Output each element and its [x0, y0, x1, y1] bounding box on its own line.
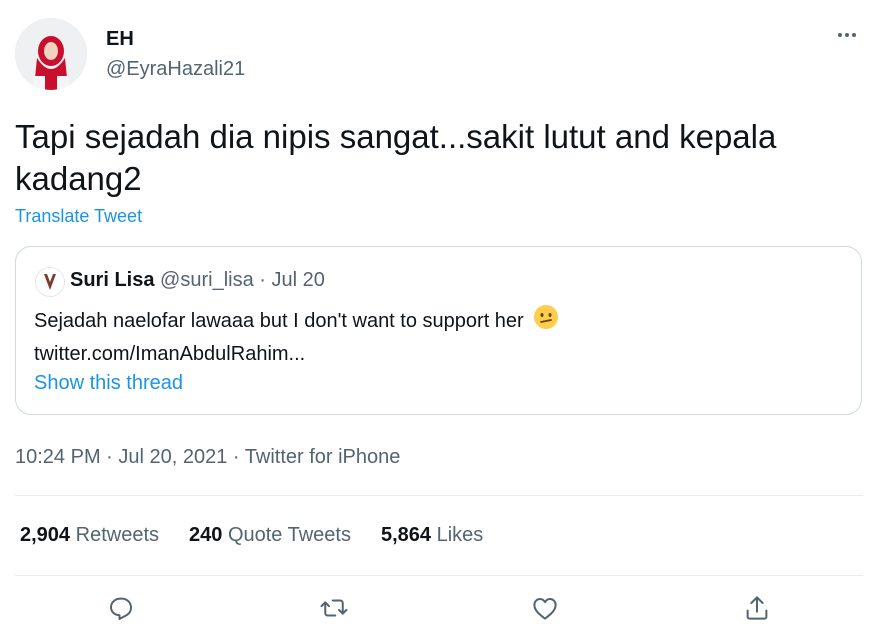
quoted-author-avatar[interactable]	[35, 267, 65, 297]
author-name[interactable]: EH	[106, 28, 134, 51]
quoted-tweet-body: Sejadah naelofar lawaaa but I don't want…	[34, 304, 834, 369]
tweet-timestamp[interactable]: 10:24 PM · Jul 20, 2021 · Twitter for iP…	[15, 446, 400, 469]
heart-icon	[530, 593, 560, 628]
like-button[interactable]	[525, 590, 565, 630]
quoted-tweet-header: Suri Lisa @suri_lisa · Jul 20	[70, 269, 325, 292]
likes-count: 5,864	[380, 524, 432, 546]
tweet-stats: 2,904 Retweets 240 Quote Tweets 5,864 Li…	[20, 524, 483, 547]
divider	[15, 495, 863, 496]
quoted-tweet-meta: @suri_lisa · Jul 20	[160, 269, 325, 291]
divider	[15, 575, 863, 576]
share-button[interactable]	[737, 590, 777, 630]
retweet-icon	[318, 593, 350, 628]
share-icon	[742, 593, 772, 628]
confused-face-emoji-icon	[533, 304, 559, 339]
likes-label: Likes	[436, 524, 484, 546]
tweet-actions	[0, 590, 878, 630]
author-avatar[interactable]	[15, 18, 87, 90]
show-thread-link[interactable]: Show this thread	[34, 372, 183, 395]
more-horizontal-icon	[835, 23, 859, 52]
tweet-text: Tapi sejadah dia nipis sangat...sakit lu…	[15, 118, 777, 197]
likes-stat[interactable]: 5,864 Likes	[381, 524, 483, 547]
retweets-label: Retweets	[75, 524, 159, 546]
quoted-tweet-link[interactable]: twitter.com/ImanAbdulRahim...	[34, 343, 305, 365]
retweets-stat[interactable]: 2,904 Retweets	[20, 524, 159, 547]
reply-icon	[106, 593, 136, 628]
quoted-tweet-card[interactable]: Suri Lisa @suri_lisa · Jul 20 Sejadah na…	[15, 246, 862, 415]
quote-tweets-label: Quote Tweets	[227, 524, 351, 546]
retweets-count: 2,904	[20, 524, 71, 546]
author-handle[interactable]: @EyraHazali21	[106, 58, 245, 81]
reply-button[interactable]	[101, 590, 141, 630]
retweet-button[interactable]	[314, 590, 354, 630]
quote-tweets-stat[interactable]: 240 Quote Tweets	[189, 524, 351, 547]
more-options-button[interactable]	[832, 22, 862, 52]
quoted-author-name[interactable]: Suri Lisa	[70, 269, 154, 291]
quoted-tweet-text: Sejadah naelofar lawaaa but I don't want…	[34, 309, 524, 332]
quote-tweets-count: 240	[189, 524, 223, 546]
translate-tweet-link[interactable]: Translate Tweet	[15, 206, 142, 227]
